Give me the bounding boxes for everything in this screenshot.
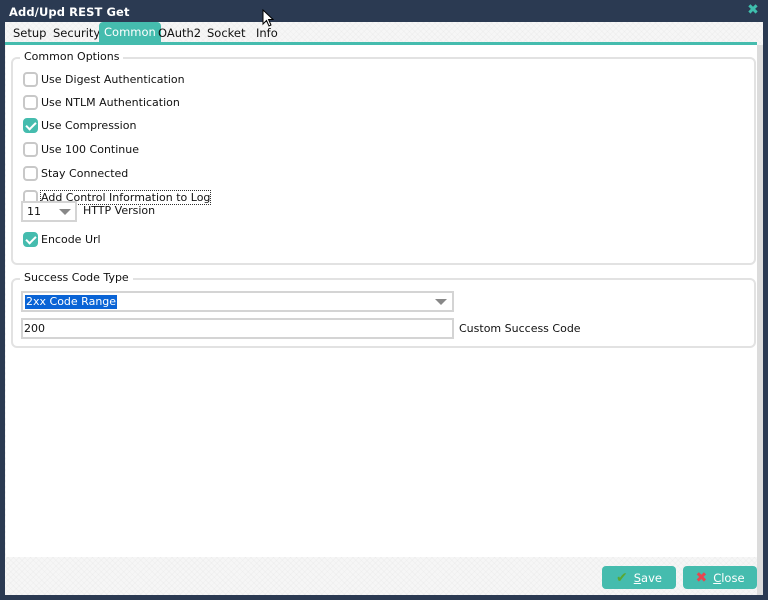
checkbox-box-checked[interactable] [23, 117, 38, 133]
common-options-legend: Common Options [20, 50, 124, 63]
mouse-cursor-icon [262, 9, 274, 27]
checkbox-label: Use Digest Authentication [41, 72, 185, 86]
checkbox-label: Use Compression [41, 118, 137, 132]
close-label-rest: lose [721, 570, 745, 585]
use-ntlm-auth-checkbox[interactable]: Use NTLM Authentication [23, 94, 180, 110]
save-accel-key: S [633, 570, 642, 585]
close-accel-key: C [713, 570, 722, 585]
tab-setup[interactable]: Setup [8, 24, 51, 43]
http-version-label: HTTP Version [83, 204, 156, 217]
common-options-group: Common Options Use Digest Authentication… [11, 50, 756, 265]
tab-bar: Setup Security Common OAuth2 Socket Info [5, 22, 763, 45]
checkbox-label: Use 100 Continue [41, 142, 140, 156]
success-code-type-group: Success Code Type 2xx Code Range 200 Cus… [11, 271, 756, 348]
checkmark-icon: ✔ [616, 569, 628, 586]
title-bar[interactable]: Add/Upd REST Get ✖ [0, 0, 768, 22]
success-code-type-legend: Success Code Type [20, 271, 133, 284]
success-code-type-select[interactable]: 2xx Code Range [21, 291, 454, 312]
checkbox-label: Encode Url [41, 232, 101, 246]
save-label-rest: ave [641, 570, 662, 585]
checkbox-box[interactable] [23, 141, 38, 157]
http-version-select[interactable]: 11 [21, 201, 77, 222]
stay-connected-checkbox[interactable]: Stay Connected [23, 165, 128, 181]
success-code-type-value: 2xx Code Range [25, 295, 118, 309]
custom-success-code-label: Custom Success Code [459, 322, 581, 335]
dialog-client: Setup Security Common OAuth2 Socket Info… [5, 22, 763, 595]
dropdown-arrow-icon [435, 299, 447, 305]
use-100-continue-checkbox[interactable]: Use 100 Continue [23, 141, 139, 157]
use-digest-auth-checkbox[interactable]: Use Digest Authentication [23, 71, 185, 87]
close-button[interactable]: ✖ Close [683, 566, 757, 589]
checkbox-box-checked[interactable] [23, 231, 38, 247]
right-border-strip [757, 45, 763, 595]
red-x-icon: ✖ [695, 569, 708, 586]
custom-success-code-input[interactable]: 200 [21, 318, 454, 339]
use-compression-checkbox[interactable]: Use Compression [23, 117, 136, 133]
common-tab-panel: Common Options Use Digest Authentication… [6, 45, 757, 557]
http-version-value: 11 [27, 205, 41, 218]
window-title: Add/Upd REST Get [9, 5, 130, 19]
save-button[interactable]: ✔ Save [602, 566, 676, 589]
dialog-window: Add/Upd REST Get ✖ Setup Security Common… [0, 0, 768, 600]
tab-common[interactable]: Common [99, 22, 161, 43]
custom-success-code-value: 200 [24, 322, 45, 335]
save-button-label: Save [634, 571, 662, 585]
checkbox-box[interactable] [23, 71, 38, 87]
checkbox-box[interactable] [23, 94, 38, 110]
close-x-icon[interactable]: ✖ [746, 3, 760, 17]
checkbox-label: Use NTLM Authentication [41, 95, 180, 109]
close-button-label: Close [713, 571, 744, 585]
dropdown-arrow-icon [59, 209, 71, 215]
tab-socket[interactable]: Socket [202, 24, 251, 43]
tab-oauth2[interactable]: OAuth2 [153, 24, 206, 43]
tab-security[interactable]: Security [48, 24, 105, 43]
checkbox-box[interactable] [23, 165, 38, 181]
encode-url-checkbox[interactable]: Encode Url [23, 231, 101, 247]
checkbox-label: Stay Connected [41, 166, 129, 180]
